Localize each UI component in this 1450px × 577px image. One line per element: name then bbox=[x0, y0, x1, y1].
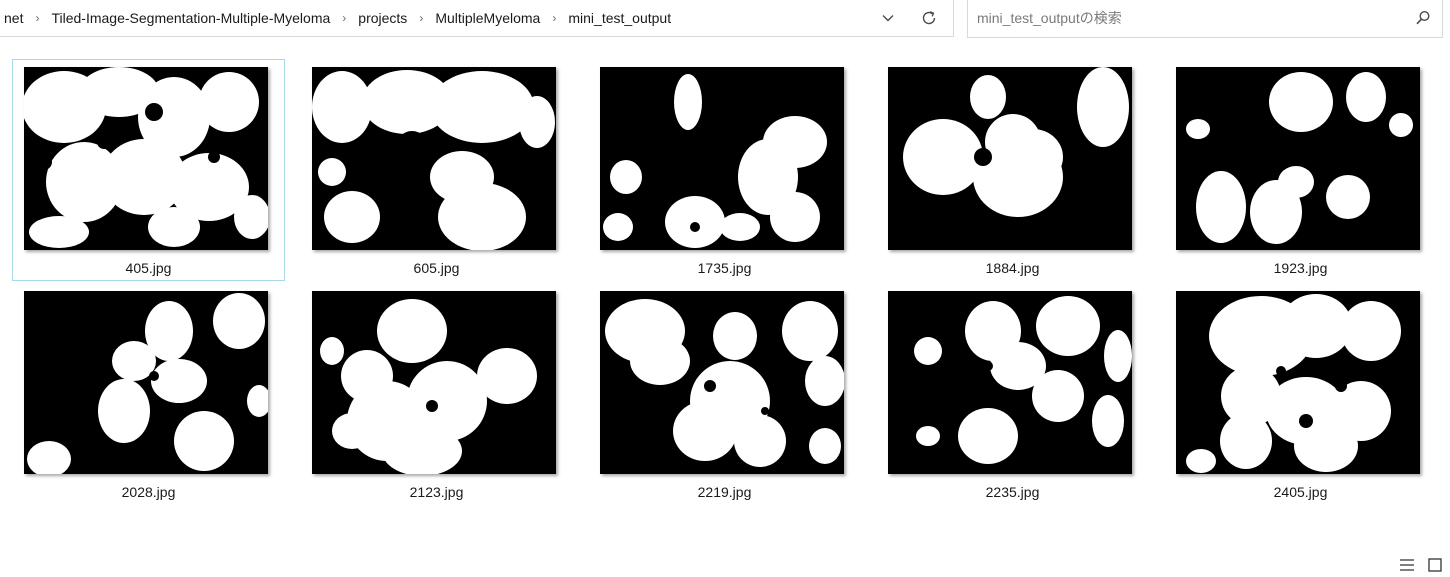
segmentation-mask-image bbox=[600, 67, 844, 250]
segmentation-mask-image bbox=[24, 291, 268, 474]
chevron-right-icon[interactable]: › bbox=[544, 11, 564, 25]
breadcrumb-item-multiplemyeloma[interactable]: MultipleMyeloma bbox=[431, 8, 544, 28]
file-grid: 405.jpg 605.jpg 1735.jpg 1884.jpg 1923.j… bbox=[12, 59, 1437, 505]
thumbnail-605 bbox=[312, 67, 556, 250]
file-name: 2405.jpg bbox=[1273, 484, 1328, 500]
address-history-button[interactable] bbox=[874, 4, 902, 32]
search-box[interactable] bbox=[967, 0, 1443, 38]
file-tile-1735[interactable]: 1735.jpg bbox=[588, 59, 861, 281]
file-tile-2123[interactable]: 2123.jpg bbox=[300, 283, 573, 505]
thumbnail-1884 bbox=[888, 67, 1132, 250]
breadcrumb: net › Tiled-Image-Segmentation-Multiple-… bbox=[0, 0, 675, 36]
chevron-right-icon[interactable]: › bbox=[411, 11, 431, 25]
breadcrumb-item-net[interactable]: net bbox=[0, 8, 27, 28]
chevron-right-icon[interactable]: › bbox=[27, 11, 47, 25]
segmentation-mask-image bbox=[888, 67, 1132, 250]
thumbnail-1735 bbox=[600, 67, 844, 250]
file-tile-1923[interactable]: 1923.jpg bbox=[1164, 59, 1437, 281]
thumbnail-1923 bbox=[1176, 67, 1420, 250]
thumbnail-2123 bbox=[312, 291, 556, 474]
refresh-button[interactable] bbox=[914, 4, 944, 32]
file-name: 2219.jpg bbox=[697, 484, 752, 500]
thumbnail-2405 bbox=[1176, 291, 1420, 474]
chevron-down-icon bbox=[882, 15, 894, 22]
large-icons-view-button[interactable] bbox=[1426, 556, 1444, 574]
details-view-button[interactable] bbox=[1398, 556, 1416, 574]
search-icon[interactable] bbox=[1414, 9, 1432, 27]
file-name: 1884.jpg bbox=[985, 260, 1040, 276]
top-bar: net › Tiled-Image-Segmentation-Multiple-… bbox=[0, 0, 1450, 40]
file-name: 2028.jpg bbox=[121, 484, 176, 500]
chevron-right-icon[interactable]: › bbox=[334, 11, 354, 25]
thumbnail-2219 bbox=[600, 291, 844, 474]
file-tile-405[interactable]: 405.jpg bbox=[12, 59, 285, 281]
file-tile-605[interactable]: 605.jpg bbox=[300, 59, 573, 281]
file-name: 1735.jpg bbox=[697, 260, 752, 276]
thumbnail-2028 bbox=[24, 291, 268, 474]
breadcrumb-item-mini-test-output[interactable]: mini_test_output bbox=[564, 8, 675, 28]
thumbnail-405 bbox=[24, 67, 268, 250]
file-name: 405.jpg bbox=[125, 260, 172, 276]
segmentation-mask-image bbox=[312, 291, 556, 474]
breadcrumb-item-projects[interactable]: projects bbox=[354, 8, 411, 28]
details-view-icon bbox=[1400, 559, 1414, 571]
segmentation-mask-image bbox=[1176, 67, 1420, 250]
file-tile-2219[interactable]: 2219.jpg bbox=[588, 283, 861, 505]
search-input[interactable] bbox=[968, 0, 1426, 36]
file-name: 2235.jpg bbox=[985, 484, 1040, 500]
view-switcher bbox=[1398, 556, 1444, 574]
file-tile-2235[interactable]: 2235.jpg bbox=[876, 283, 1149, 505]
file-name: 1923.jpg bbox=[1273, 260, 1328, 276]
refresh-icon bbox=[922, 11, 936, 25]
file-tile-2405[interactable]: 2405.jpg bbox=[1164, 283, 1437, 505]
segmentation-mask-image bbox=[600, 291, 844, 474]
file-name: 605.jpg bbox=[413, 260, 460, 276]
segmentation-mask-image bbox=[312, 67, 556, 250]
segmentation-mask-image bbox=[1176, 291, 1420, 474]
segmentation-mask-image bbox=[24, 67, 268, 250]
file-tile-2028[interactable]: 2028.jpg bbox=[12, 283, 285, 505]
thumbnail-2235 bbox=[888, 291, 1132, 474]
file-name: 2123.jpg bbox=[409, 484, 464, 500]
breadcrumb-item-repo[interactable]: Tiled-Image-Segmentation-Multiple-Myelom… bbox=[47, 8, 334, 28]
address-bar[interactable]: net › Tiled-Image-Segmentation-Multiple-… bbox=[0, 0, 954, 37]
segmentation-mask-image bbox=[888, 291, 1132, 474]
large-icons-view-icon bbox=[1428, 558, 1442, 572]
file-tile-1884[interactable]: 1884.jpg bbox=[876, 59, 1149, 281]
